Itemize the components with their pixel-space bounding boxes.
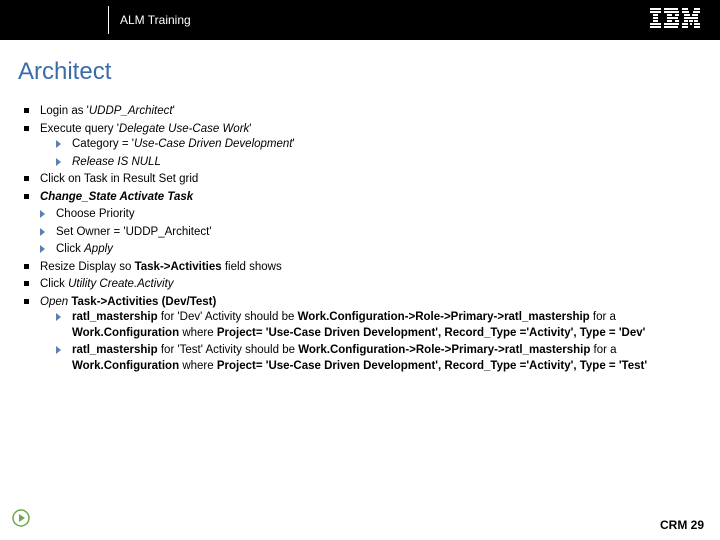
text: for a	[590, 311, 616, 323]
content-area: Login as 'UDDP_Architect' Execute query …	[24, 104, 700, 374]
list-item: Click Apply	[24, 242, 700, 258]
list-item: Resize Display so Task->Activities field…	[24, 260, 700, 276]
text: Work.Configuration	[72, 360, 179, 372]
text: Work.Configuration->Role->Primary->ratl_…	[298, 311, 590, 323]
list-item: Open Task->Activities (Dev/Test) ratl_ma…	[24, 295, 700, 375]
text: for a	[590, 344, 616, 356]
list-item: Login as 'UDDP_Architect'	[24, 104, 700, 120]
list-item: Set Owner = 'UDDP_Architect'	[24, 225, 700, 241]
text: Utility Create.Activity	[68, 278, 173, 290]
text: Delegate Use-Case Work	[119, 123, 249, 135]
list-item: Choose Priority	[24, 207, 700, 223]
list-item: ratl_mastership for 'Dev' Activity shoul…	[40, 310, 700, 341]
list-item: ratl_mastership for 'Test' Activity shou…	[40, 343, 700, 374]
footer-label: CRM 29	[660, 518, 704, 532]
list-item: Click on Task in Result Set grid	[24, 172, 700, 188]
text: Work.Configuration->Role->Primary->ratl_…	[298, 344, 590, 356]
text: Open	[40, 296, 68, 308]
text: Resize Display so	[40, 261, 135, 273]
text: Work.Configuration	[72, 327, 179, 339]
header-divider	[108, 6, 109, 34]
text: ratl_mastership	[72, 344, 158, 356]
text: UDDP_Architect	[89, 105, 173, 117]
list-item: Change_State Activate Task	[24, 190, 700, 206]
text: for 'Test' Activity should be	[158, 344, 299, 356]
text: Login as '	[40, 105, 89, 117]
text: Project= 'Use-Case Driven Development', …	[217, 360, 647, 372]
text: where	[179, 360, 217, 372]
text: ratl_mastership	[72, 311, 158, 323]
text: Use-Case Driven Development	[134, 138, 293, 150]
text: Apply	[84, 243, 113, 255]
text: Task->Activities (Dev/Test)	[68, 296, 216, 308]
bullet-list: Login as 'UDDP_Architect' Execute query …	[24, 104, 700, 374]
text: Click	[56, 243, 84, 255]
text: '	[173, 105, 175, 117]
text: '	[249, 123, 251, 135]
text: Task->Activities	[135, 261, 222, 273]
text: Project= 'Use-Case Driven Development', …	[217, 327, 646, 339]
text: Execute query '	[40, 123, 119, 135]
text: field shows	[222, 261, 282, 273]
text: where	[179, 327, 217, 339]
header-title: ALM Training	[120, 13, 191, 27]
list-item: Release IS NULL	[40, 155, 700, 171]
list-item: Execute query 'Delegate Use-Case Work' C…	[24, 122, 700, 171]
ibm-logo	[650, 8, 700, 33]
header-bar: ALM Training	[0, 0, 720, 40]
list-item: Category = 'Use-Case Driven Development'	[40, 137, 700, 153]
text: Click	[40, 278, 68, 290]
text: for 'Dev' Activity should be	[158, 311, 298, 323]
list-item: Click Utility Create.Activity	[24, 277, 700, 293]
text: '	[292, 138, 294, 150]
play-icon	[12, 509, 30, 532]
slide-title: Architect	[18, 58, 720, 86]
text: Category = '	[72, 138, 134, 150]
